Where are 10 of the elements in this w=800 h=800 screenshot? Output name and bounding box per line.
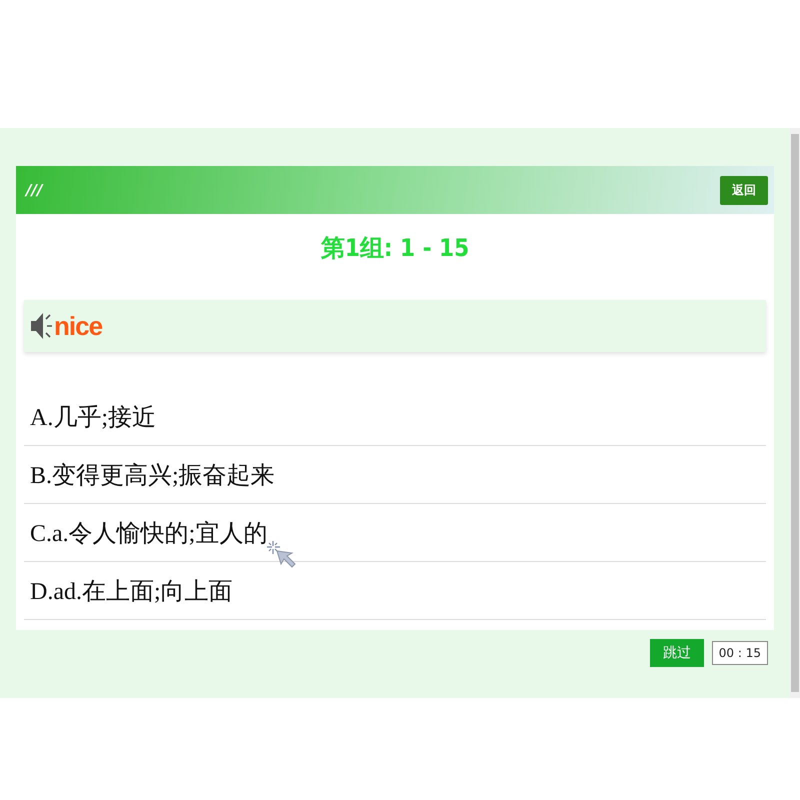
- word-text: nice: [54, 310, 102, 342]
- timer-display: 00 : 15: [712, 641, 768, 665]
- answer-option[interactable]: A.几乎;接近: [24, 388, 766, 446]
- scrollbar[interactable]: [790, 128, 800, 698]
- answer-option[interactable]: B.变得更高兴;振奋起来: [24, 446, 766, 504]
- speaker-icon[interactable]: [30, 311, 52, 341]
- back-button[interactable]: 返回: [720, 176, 768, 204]
- menu-mark: ///: [26, 181, 42, 199]
- answer-option[interactable]: D.ad.在上面;向上面: [24, 562, 766, 620]
- group-title: 第1组: 1 - 15: [320, 233, 470, 264]
